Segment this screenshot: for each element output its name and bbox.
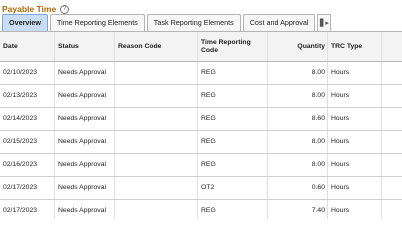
extra-cell — [382, 131, 402, 153]
column-header-date: Date — [0, 32, 55, 61]
trc-type-cell: Hours — [328, 154, 382, 176]
trc-type-cell: Hours — [328, 85, 382, 107]
table-row: 02/13/2023 Needs Approval REG 8.00 Hours — [0, 85, 402, 108]
extra-cell — [382, 177, 402, 199]
column-header-status: Status — [55, 32, 115, 61]
reason-code-cell — [115, 200, 198, 219]
reason-code-cell — [115, 154, 198, 176]
reason-code-cell — [115, 108, 198, 130]
trc-cell: REG — [198, 62, 268, 84]
date-cell: 02/17/2023 — [0, 200, 55, 219]
date-cell: 02/15/2023 — [0, 131, 55, 153]
status-cell: Needs Approval — [55, 200, 115, 219]
column-header-trc-type: TRC Type — [328, 32, 382, 61]
reason-code-cell — [115, 131, 198, 153]
table-row: 02/10/2023 Needs Approval REG 8.00 Hours — [0, 62, 402, 85]
date-cell: 02/16/2023 — [0, 154, 55, 176]
trc-type-cell: Hours — [328, 131, 382, 153]
tab-time-reporting-elements[interactable]: Time Reporting Elements — [49, 14, 145, 31]
payable-time-grid: Date Status Reason Code Time Reporting C… — [0, 31, 402, 219]
trc-cell: REG — [198, 200, 268, 219]
trc-type-cell: Hours — [328, 177, 382, 199]
status-cell: Needs Approval — [55, 154, 115, 176]
status-cell: Needs Approval — [55, 108, 115, 130]
trc-cell: REG — [198, 108, 268, 130]
quantity-cell: 8.00 — [268, 85, 328, 107]
status-cell: Needs Approval — [55, 131, 115, 153]
payable-time-page: Payable Time ? Overview Time Reporting E… — [0, 0, 402, 219]
trc-type-cell: Hours — [328, 200, 382, 219]
table-row: 02/17/2023 Needs Approval REG 7.40 Hours — [0, 200, 402, 219]
trc-cell: REG — [198, 131, 268, 153]
trc-type-cell: Hours — [328, 108, 382, 130]
quantity-cell: 7.40 — [268, 200, 328, 219]
quantity-cell: 8.60 — [268, 108, 328, 130]
status-cell: Needs Approval — [55, 62, 115, 84]
table-row: 02/14/2023 Needs Approval REG 8.60 Hours — [0, 108, 402, 131]
date-cell: 02/10/2023 — [0, 62, 55, 84]
extra-cell — [382, 200, 402, 219]
table-row: 02/17/2023 Needs Approval OT2 0.60 Hours — [0, 177, 402, 200]
quantity-cell: 8.00 — [268, 62, 328, 84]
table-row: 02/15/2023 Needs Approval REG 8.00 Hours — [0, 131, 402, 154]
section-title: Payable Time — [2, 4, 57, 14]
reason-code-cell — [115, 62, 198, 84]
reason-code-cell — [115, 85, 198, 107]
status-cell: Needs Approval — [55, 177, 115, 199]
reason-code-cell — [115, 177, 198, 199]
status-cell: Needs Approval — [55, 85, 115, 107]
quantity-cell: 8.00 — [268, 154, 328, 176]
extra-cell — [382, 108, 402, 130]
date-cell: 02/13/2023 — [0, 85, 55, 107]
table-header-row: Date Status Reason Code Time Reporting C… — [0, 32, 402, 62]
quantity-cell: 0.60 — [268, 177, 328, 199]
column-header-extra — [382, 32, 402, 61]
help-icon[interactable]: ? — [60, 4, 70, 14]
quantity-cell: 8.00 — [268, 131, 328, 153]
extra-cell — [382, 62, 402, 84]
tab-overview[interactable]: Overview — [2, 14, 48, 31]
trc-cell: OT2 — [198, 177, 268, 199]
column-header-quantity: Quantity — [268, 32, 328, 61]
extra-cell — [382, 85, 402, 107]
date-cell: 02/17/2023 — [0, 177, 55, 199]
show-all-columns-icon[interactable]: ▋▸ — [317, 14, 332, 31]
extra-cell — [382, 154, 402, 176]
column-header-time-reporting-code: Time Reporting Code — [198, 32, 268, 61]
tab-task-reporting-elements[interactable]: Task Reporting Elements — [146, 14, 241, 31]
trc-cell: REG — [198, 85, 268, 107]
tab-cost-and-approval[interactable]: Cost and Approval — [242, 14, 316, 31]
trc-cell: REG — [198, 154, 268, 176]
date-cell: 02/14/2023 — [0, 108, 55, 130]
table-row: 02/16/2023 Needs Approval REG 8.00 Hours — [0, 154, 402, 177]
column-header-reason-code: Reason Code — [115, 32, 198, 61]
trc-type-cell: Hours — [328, 62, 382, 84]
tab-bar: Overview Time Reporting Elements Task Re… — [2, 14, 332, 31]
